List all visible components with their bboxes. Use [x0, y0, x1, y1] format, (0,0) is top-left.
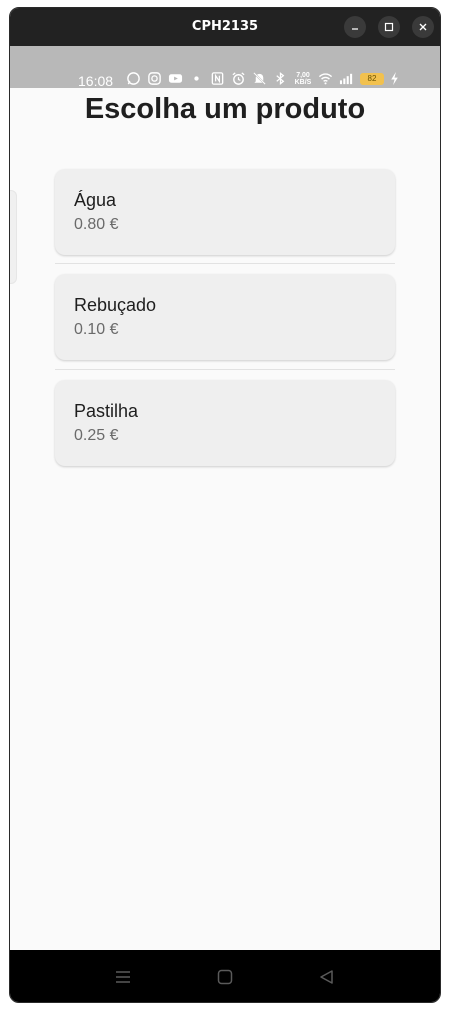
dot-icon	[194, 76, 199, 81]
status-bar: 16:08 7,00 KB/S 82	[10, 46, 440, 89]
network-speed-unit: KB/S	[294, 78, 312, 86]
menu-icon[interactable]	[113, 967, 133, 987]
mute-icon	[253, 72, 266, 85]
product-price: 0.80 €	[74, 216, 119, 233]
youtube-icon	[168, 74, 183, 83]
status-icons: 7,00 KB/S 82	[126, 71, 399, 86]
status-time: 16:08	[78, 73, 114, 89]
minimize-button[interactable]	[344, 16, 366, 38]
page-title: Escolha um produto	[84, 93, 366, 125]
product-name: Água	[74, 190, 117, 210]
minimize-icon	[352, 28, 358, 30]
product-card-pastilha[interactable]: Pastilha 0.25 €	[55, 380, 395, 466]
product-name: Pastilha	[74, 401, 139, 421]
app-window: CPH2135 16:08 7,00 KB/S 82 Escolha um pr…	[9, 7, 441, 1003]
maximize-button[interactable]	[378, 16, 400, 38]
network-speed-value: 7,00	[296, 71, 310, 79]
bluetooth-icon	[276, 71, 285, 86]
home-icon[interactable]	[215, 967, 235, 987]
maximize-icon	[384, 22, 394, 32]
drawer-edge-handle[interactable]	[10, 190, 17, 284]
charging-icon	[391, 71, 398, 86]
back-icon[interactable]	[317, 967, 337, 987]
nfc-icon	[211, 72, 224, 85]
main-content: Escolha um produto Água 0.80 € Rebuçado …	[10, 88, 440, 950]
window-title: CPH2135	[191, 19, 259, 34]
divider	[55, 263, 395, 264]
close-button[interactable]	[412, 16, 434, 38]
navigation-bar	[10, 950, 440, 1002]
product-price: 0.25 €	[74, 427, 119, 444]
title-bar: CPH2135	[10, 8, 440, 46]
product-card-agua[interactable]: Água 0.80 €	[55, 169, 395, 255]
close-icon	[419, 23, 427, 31]
network-speed: 7,00 KB/S	[294, 72, 312, 86]
whatsapp-icon	[127, 72, 140, 85]
product-price: 0.10 €	[74, 321, 119, 338]
divider	[55, 369, 395, 370]
battery-icon: 82	[360, 72, 384, 85]
alarm-icon	[232, 72, 245, 85]
product-card-rebucado[interactable]: Rebuçado 0.10 €	[55, 274, 395, 360]
product-name: Rebuçado	[74, 295, 157, 315]
wifi-icon	[318, 73, 333, 85]
instagram-icon	[148, 72, 161, 85]
signal-icon	[339, 73, 353, 85]
